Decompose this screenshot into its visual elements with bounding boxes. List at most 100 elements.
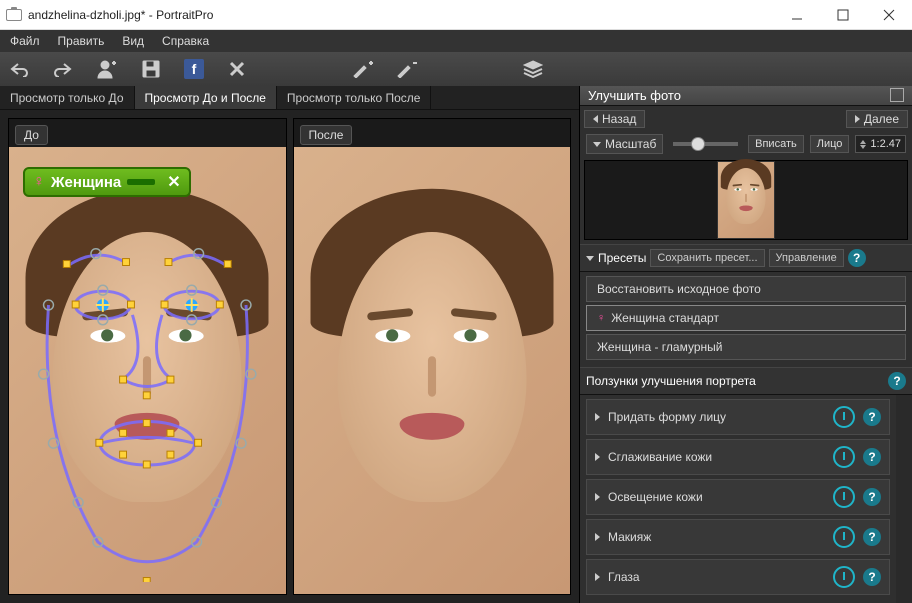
- controls-panel: Улучшить фото Назад Далее Масштаб Вписат…: [580, 86, 912, 603]
- save-button[interactable]: [140, 58, 162, 80]
- help-icon[interactable]: ?: [863, 528, 881, 546]
- slider-makeup[interactable]: Макияж?: [586, 519, 890, 555]
- zoom-ratio-value: 1:2.47: [870, 138, 901, 150]
- slider-skin-smoothing[interactable]: Сглаживание кожи?: [586, 439, 890, 475]
- minimize-button[interactable]: [774, 0, 820, 30]
- sliders-title: Ползунки улучшения портрета: [586, 374, 756, 388]
- power-icon[interactable]: [833, 406, 855, 428]
- presets-header: Пресеты Сохранить пресет... Управление ?: [580, 244, 912, 272]
- tab-before-after[interactable]: Просмотр До и После: [135, 86, 277, 109]
- before-panel[interactable]: До: [8, 118, 287, 595]
- scale-dropdown[interactable]: Масштаб: [586, 134, 663, 154]
- slider-label: Освещение кожи: [608, 490, 825, 504]
- menu-bar: Файл Править Вид Справка: [0, 30, 912, 52]
- preset-label: Женщина - гламурный: [597, 340, 722, 354]
- slider-label: Сглаживание кожи: [608, 450, 825, 464]
- chevron-right-icon: [595, 493, 600, 501]
- next-label: Далее: [864, 112, 899, 126]
- fit-button[interactable]: Вписать: [748, 135, 804, 153]
- save-preset-button[interactable]: Сохранить пресет...: [650, 249, 764, 267]
- brush-minus-button[interactable]: [396, 58, 418, 80]
- tab-before-only[interactable]: Просмотр только До: [0, 86, 135, 109]
- preset-female-glamour[interactable]: Женщина - гламурный: [586, 334, 906, 360]
- power-icon[interactable]: [833, 486, 855, 508]
- image-panels: До: [0, 110, 579, 603]
- preset-female-standard[interactable]: ♀ Женщина стандарт: [586, 305, 906, 331]
- cancel-button[interactable]: [226, 58, 248, 80]
- slider-sections: Придать форму лицу? Сглаживание кожи? Ос…: [580, 395, 896, 603]
- help-icon[interactable]: ?: [863, 408, 881, 426]
- menu-edit[interactable]: Править: [58, 34, 105, 48]
- before-label: До: [15, 125, 48, 145]
- title-bar: andzhelina-dzholi.jpg* - PortraitPro: [0, 0, 912, 30]
- preview-area: Просмотр только До Просмотр До и После П…: [0, 86, 580, 603]
- back-label: Назад: [602, 112, 636, 126]
- chevron-right-icon: [855, 115, 860, 123]
- after-panel[interactable]: После: [293, 118, 572, 595]
- gender-bar-icon: [127, 179, 155, 185]
- female-icon: ♀: [33, 173, 45, 191]
- slider-label: Глаза: [608, 570, 825, 584]
- menu-file[interactable]: Файл: [10, 34, 40, 48]
- face-mesh-overlay[interactable]: [9, 147, 286, 582]
- dock-icon[interactable]: [890, 88, 904, 102]
- tab-after-only[interactable]: Просмотр только После: [277, 86, 432, 109]
- scale-label: Масштаб: [605, 137, 656, 151]
- help-icon[interactable]: ?: [863, 448, 881, 466]
- gender-tag[interactable]: ♀ Женщина ✕: [23, 167, 191, 197]
- menu-view[interactable]: Вид: [122, 34, 144, 48]
- main-area: Просмотр только До Просмотр До и После П…: [0, 86, 912, 603]
- gender-label: Женщина: [51, 174, 121, 191]
- slider-face-shape[interactable]: Придать форму лицу?: [586, 399, 890, 435]
- chevron-right-icon: [595, 413, 600, 421]
- slider-skin-lighting[interactable]: Освещение кожи?: [586, 479, 890, 515]
- navigator-strip[interactable]: [584, 160, 908, 240]
- sliders-header: Ползунки улучшения портрета ?: [580, 367, 912, 395]
- chevron-right-icon: [595, 533, 600, 541]
- gender-close-icon[interactable]: ✕: [167, 172, 180, 192]
- facebook-share-button[interactable]: f: [184, 59, 204, 79]
- back-button[interactable]: Назад: [584, 110, 645, 128]
- navigator-thumb[interactable]: [717, 161, 775, 239]
- window-controls: [774, 0, 912, 30]
- zoom-knob[interactable]: [691, 137, 705, 151]
- scrollbar[interactable]: [896, 395, 912, 603]
- power-icon[interactable]: [833, 526, 855, 548]
- preset-label: Женщина стандарт: [611, 311, 719, 325]
- power-icon[interactable]: [833, 446, 855, 468]
- add-person-button[interactable]: [96, 58, 118, 80]
- slider-eyes[interactable]: Глаза?: [586, 559, 890, 595]
- layers-button[interactable]: [522, 58, 544, 80]
- redo-button[interactable]: [52, 58, 74, 80]
- help-icon[interactable]: ?: [863, 488, 881, 506]
- manage-presets-button[interactable]: Управление: [769, 249, 844, 267]
- female-icon: ♀: [597, 312, 605, 324]
- chevron-right-icon: [595, 573, 600, 581]
- menu-help[interactable]: Справка: [162, 34, 209, 48]
- app-icon: [6, 9, 22, 21]
- undo-button[interactable]: [8, 58, 30, 80]
- face-zoom-button[interactable]: Лицо: [810, 135, 850, 153]
- preset-list: Восстановить исходное фото ♀ Женщина стан…: [580, 272, 912, 367]
- help-icon[interactable]: ?: [848, 249, 866, 267]
- before-image: [9, 147, 286, 594]
- slider-label: Макияж: [608, 530, 825, 544]
- zoom-ratio-spinner[interactable]: 1:2.47: [855, 135, 906, 153]
- after-image: [294, 147, 571, 594]
- maximize-button[interactable]: [820, 0, 866, 30]
- zoom-slider[interactable]: [673, 142, 738, 146]
- nav-row: Назад Далее: [584, 110, 908, 128]
- power-icon[interactable]: [833, 566, 855, 588]
- presets-title: Пресеты: [598, 251, 646, 265]
- next-button[interactable]: Далее: [846, 110, 908, 128]
- chevron-down-icon[interactable]: [586, 256, 594, 261]
- controls-header: Улучшить фото: [580, 86, 912, 106]
- zoom-row: Масштаб Вписать Лицо 1:2.47: [580, 132, 912, 156]
- close-button[interactable]: [866, 0, 912, 30]
- help-icon[interactable]: ?: [888, 372, 906, 390]
- after-label: После: [300, 125, 353, 145]
- chevron-right-icon: [595, 453, 600, 461]
- help-icon[interactable]: ?: [863, 568, 881, 586]
- preset-restore[interactable]: Восстановить исходное фото: [586, 276, 906, 302]
- brush-plus-button[interactable]: [352, 58, 374, 80]
